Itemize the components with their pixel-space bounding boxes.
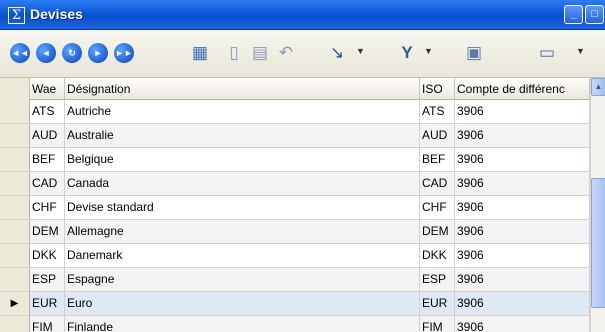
- previous-record-icon[interactable]: ◄: [36, 43, 56, 63]
- cell-code[interactable]: AUD: [30, 124, 65, 147]
- cell-designation[interactable]: Espagne: [65, 268, 420, 291]
- row-indicator[interactable]: [0, 100, 30, 123]
- cell-iso[interactable]: CHF: [420, 196, 455, 219]
- cell-compte[interactable]: 3906: [455, 292, 590, 315]
- cell-code[interactable]: DKK: [30, 244, 65, 267]
- cell-compte[interactable]: 3906: [455, 196, 590, 219]
- export-icon[interactable]: ▣: [462, 41, 486, 65]
- print-dropdown-icon[interactable]: ▼: [576, 46, 585, 56]
- toolbar: ◄◄ ◄ ↻ ► ►► ▦ ▯ ▤ ↶ ↘ ▼ Y ▼ ▣ ▭ ▼: [0, 30, 605, 78]
- cell-iso[interactable]: CAD: [420, 172, 455, 195]
- cell-code[interactable]: EUR: [30, 292, 65, 315]
- cell-designation[interactable]: Autriche: [65, 100, 420, 123]
- vertical-scrollbar[interactable]: ▲: [590, 78, 605, 332]
- table-row[interactable]: CHF Devise standard CHF 3906: [0, 196, 590, 220]
- row-indicator-header: [0, 78, 30, 100]
- cell-code[interactable]: FIM: [30, 316, 65, 332]
- last-record-icon[interactable]: ►►: [114, 43, 134, 63]
- row-indicator[interactable]: [0, 148, 30, 171]
- cell-compte[interactable]: 3906: [455, 244, 590, 267]
- first-record-icon[interactable]: ◄◄: [10, 43, 30, 63]
- cell-designation[interactable]: Euro: [65, 292, 420, 315]
- pointer-icon[interactable]: ↘: [325, 41, 349, 65]
- cell-designation[interactable]: Finlande: [65, 316, 420, 332]
- column-header-designation[interactable]: Désignation: [65, 78, 420, 100]
- cell-code[interactable]: ATS: [30, 100, 65, 123]
- current-row-arrow-icon[interactable]: ▶: [0, 292, 30, 315]
- row-indicator[interactable]: [0, 196, 30, 219]
- cell-code[interactable]: BEF: [30, 148, 65, 171]
- scroll-up-arrow-icon[interactable]: ▲: [591, 78, 605, 96]
- minimize-button[interactable]: _: [564, 5, 583, 24]
- cell-iso[interactable]: DKK: [420, 244, 455, 267]
- column-header-code[interactable]: Wae: [30, 78, 65, 100]
- cell-designation[interactable]: Belgique: [65, 148, 420, 171]
- cell-compte[interactable]: 3906: [455, 172, 590, 195]
- cell-iso[interactable]: BEF: [420, 148, 455, 171]
- table-row[interactable]: DKK Danemark DKK 3906: [0, 244, 590, 268]
- cell-iso[interactable]: ATS: [420, 100, 455, 123]
- row-indicator[interactable]: [0, 220, 30, 243]
- cell-code[interactable]: CAD: [30, 172, 65, 195]
- row-indicator[interactable]: [0, 268, 30, 291]
- cell-iso[interactable]: AUD: [420, 124, 455, 147]
- currency-grid: Wae Désignation ISO Compte de différenc …: [0, 78, 605, 332]
- table-row[interactable]: ESP Espagne ESP 3906: [0, 268, 590, 292]
- window-title: Devises: [30, 6, 83, 22]
- table-row[interactable]: AUD Australie AUD 3906: [0, 124, 590, 148]
- sigma-app-icon: Σ: [8, 7, 25, 24]
- cell-designation[interactable]: Danemark: [65, 244, 420, 267]
- cell-compte[interactable]: 3906: [455, 124, 590, 147]
- column-header-compte[interactable]: Compte de différenc: [455, 78, 590, 100]
- row-indicator[interactable]: [0, 316, 30, 332]
- grid-header: Wae Désignation ISO Compte de différenc: [0, 78, 605, 100]
- title-bar: Σ Devises _ □: [0, 0, 605, 30]
- cell-designation[interactable]: Canada: [65, 172, 420, 195]
- table-row[interactable]: ATS Autriche ATS 3906: [0, 100, 590, 124]
- save-icon[interactable]: ▤: [248, 41, 272, 65]
- cell-code[interactable]: DEM: [30, 220, 65, 243]
- cell-compte[interactable]: 3906: [455, 148, 590, 171]
- cell-designation[interactable]: Devise standard: [65, 196, 420, 219]
- table-row[interactable]: ▶ EUR Euro EUR 3906: [0, 292, 590, 316]
- table-row[interactable]: BEF Belgique BEF 3906: [0, 148, 590, 172]
- cell-code[interactable]: ESP: [30, 268, 65, 291]
- filter-icon[interactable]: Y: [395, 41, 419, 65]
- cell-compte[interactable]: 3906: [455, 316, 590, 332]
- undo-icon[interactable]: ↶: [274, 41, 298, 65]
- scroll-thumb[interactable]: [591, 178, 605, 308]
- filter-dropdown-icon[interactable]: ▼: [424, 46, 433, 56]
- grid-view-icon[interactable]: ▦: [188, 41, 212, 65]
- cell-designation[interactable]: Allemagne: [65, 220, 420, 243]
- table-row[interactable]: DEM Allemagne DEM 3906: [0, 220, 590, 244]
- print-icon[interactable]: ▭: [535, 41, 559, 65]
- cell-compte[interactable]: 3906: [455, 268, 590, 291]
- cell-iso[interactable]: EUR: [420, 292, 455, 315]
- row-indicator[interactable]: [0, 244, 30, 267]
- next-record-icon[interactable]: ►: [88, 43, 108, 63]
- maximize-button[interactable]: □: [585, 5, 604, 24]
- table-row[interactable]: CAD Canada CAD 3906: [0, 172, 590, 196]
- cell-iso[interactable]: DEM: [420, 220, 455, 243]
- refresh-icon[interactable]: ↻: [62, 43, 82, 63]
- row-indicator[interactable]: [0, 172, 30, 195]
- table-row[interactable]: FIM Finlande FIM 3906: [0, 316, 590, 332]
- cell-iso[interactable]: FIM: [420, 316, 455, 332]
- pointer-dropdown-icon[interactable]: ▼: [356, 46, 365, 56]
- row-indicator[interactable]: [0, 124, 30, 147]
- cell-compte[interactable]: 3906: [455, 100, 590, 123]
- cell-code[interactable]: CHF: [30, 196, 65, 219]
- cell-iso[interactable]: ESP: [420, 268, 455, 291]
- column-header-iso[interactable]: ISO: [420, 78, 455, 100]
- new-record-icon[interactable]: ▯: [222, 41, 246, 65]
- cell-designation[interactable]: Australie: [65, 124, 420, 147]
- cell-compte[interactable]: 3906: [455, 220, 590, 243]
- grid-body: ATS Autriche ATS 3906 AUD Australie AUD 3906 BEF…: [0, 100, 590, 332]
